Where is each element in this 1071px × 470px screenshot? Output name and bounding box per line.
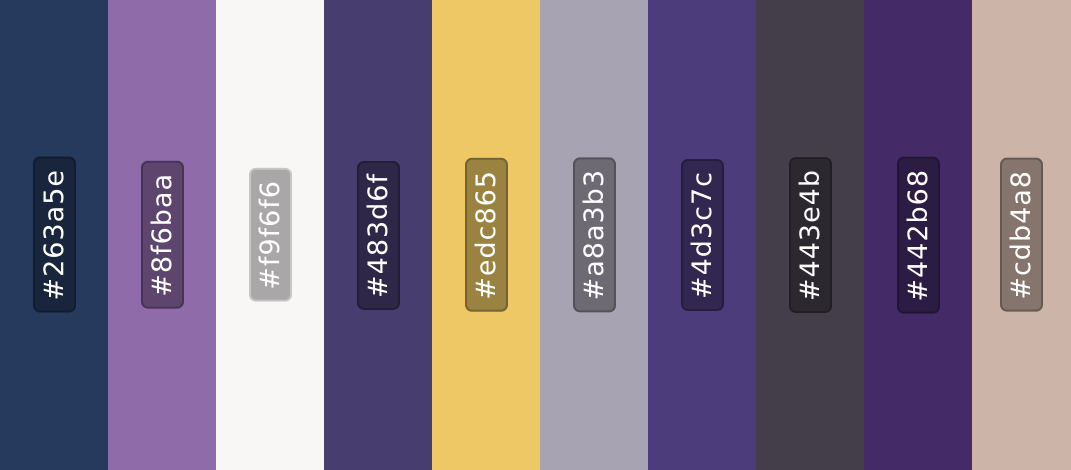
swatch-hex-label: #4d3c7c (680, 159, 724, 311)
swatch-4[interactable]: #483d6f (324, 0, 432, 470)
swatch-hex-label: #edc865 (464, 158, 508, 312)
swatch-9[interactable]: #442b68 (864, 0, 972, 470)
swatch-8[interactable]: #443e4b (756, 0, 864, 470)
swatch-hex-label: #8f6baa (140, 161, 184, 309)
color-palette: #263a5e #8f6baa #f9f6f6 #483d6f #edc865 … (0, 0, 1071, 470)
swatch-hex-label: #cdb4a8 (1000, 158, 1043, 312)
swatch-10[interactable]: #cdb4a8 (972, 0, 1071, 470)
swatch-6[interactable]: #a8a3b3 (540, 0, 648, 470)
swatch-hex-label: #443e4b (788, 156, 832, 314)
swatch-hex-label: #483d6f (356, 160, 400, 310)
swatch-hex-label: #263a5e (32, 157, 76, 313)
swatch-hex-label: #442b68 (896, 156, 940, 314)
swatch-3[interactable]: #f9f6f6 (216, 0, 324, 470)
swatch-5[interactable]: #edc865 (432, 0, 540, 470)
swatch-hex-label: #f9f6f6 (248, 168, 292, 302)
swatch-7[interactable]: #4d3c7c (648, 0, 756, 470)
swatch-2[interactable]: #8f6baa (108, 0, 216, 470)
swatch-hex-label: #a8a3b3 (572, 157, 616, 313)
swatch-1[interactable]: #263a5e (0, 0, 108, 470)
